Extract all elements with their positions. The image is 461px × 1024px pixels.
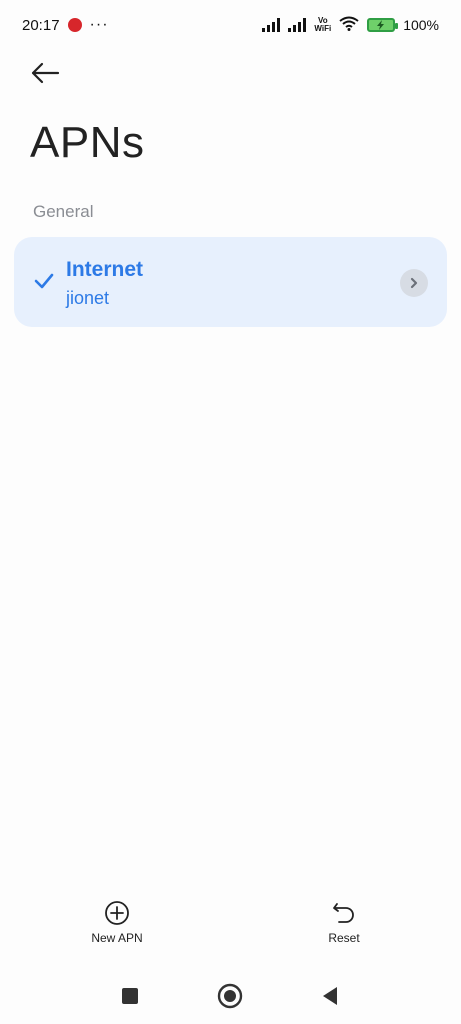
signal-icon [262,18,281,32]
section-header-general: General [33,202,94,221]
apn-name: Internet [66,258,144,281]
apn-item-internet[interactable]: Internet jionet [14,237,447,327]
apn-value: jionet [66,288,110,308]
arrow-left-icon [31,62,60,84]
wifi-icon [339,16,359,35]
apn-details-button[interactable] [400,269,428,297]
battery-charging-icon [367,18,399,32]
home-button[interactable] [216,982,244,1010]
back-button[interactable] [30,60,64,86]
status-time: 20:17 [22,16,60,34]
undo-icon [333,903,354,923]
back-triangle-icon [323,987,337,1005]
vowifi-bottom: WiFi [314,24,332,33]
navigation-bar [0,972,461,1020]
chevron-right-icon [410,277,418,289]
recents-square-icon [122,988,138,1004]
reset-button[interactable]: Reset [294,900,394,945]
page-title: APNs [30,118,145,167]
reset-label: Reset [328,931,360,945]
new-apn-button[interactable]: New APN [67,900,167,945]
nav-back-button[interactable] [318,984,342,1008]
status-left: 20:17 ··· [22,17,109,34]
signal-icon [288,18,307,32]
check-icon [34,273,54,289]
status-right: Vo WiFi 100% [262,16,439,35]
battery-percentage: 100% [403,17,439,33]
home-circle-icon [217,983,243,1009]
vowifi-icon: Vo WiFi [314,17,331,33]
apn-settings-screen: 20:17 ··· Vo WiFi 100% APNs General Inte… [0,0,461,1024]
recents-button[interactable] [118,984,142,1008]
status-bar: 20:17 ··· Vo WiFi 100% [0,0,461,50]
app-notification-icon [67,18,82,32]
new-apn-label: New APN [91,931,143,945]
add-circle-icon [105,901,129,925]
apn-text: Internet jionet [66,257,143,310]
more-notifications-icon: ··· [89,16,109,33]
